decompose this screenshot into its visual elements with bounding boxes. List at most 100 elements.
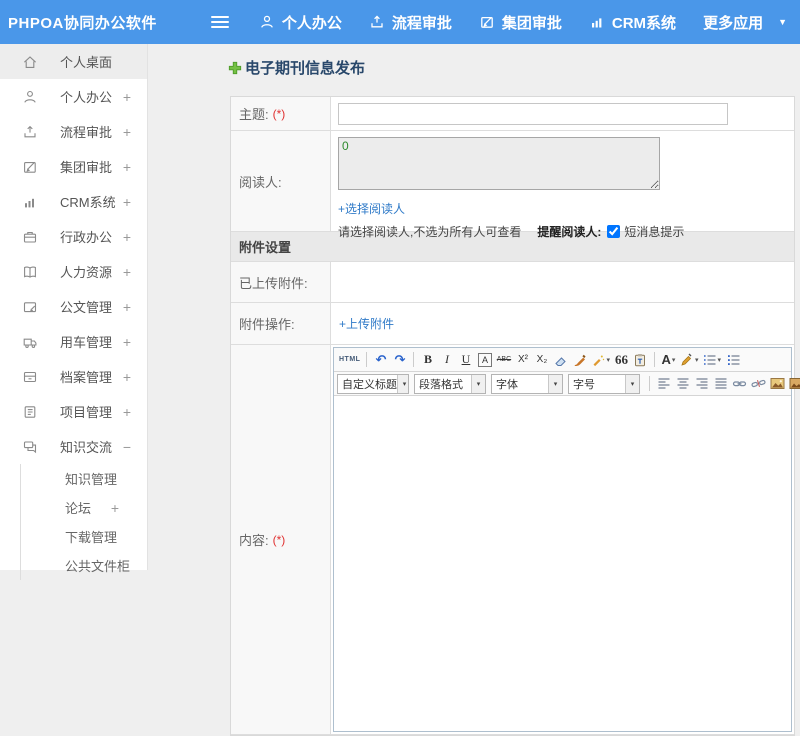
bold-button[interactable]: B (418, 350, 437, 370)
archive-icon (22, 369, 38, 385)
paste-text-button[interactable] (631, 350, 650, 370)
editor-content-area[interactable] (334, 396, 791, 731)
expand-icon[interactable]: + (123, 124, 131, 140)
align-left-button[interactable] (654, 374, 673, 394)
expand-icon[interactable]: + (123, 299, 131, 315)
topnav-personal-office[interactable]: 个人办公 (259, 12, 342, 33)
main-content: 电子期刊信息发布 主题:(*) 阅读人: 0 +选择阅读人 请选择阅读人,不选为… (149, 44, 800, 570)
custom-heading-select[interactable]: 自定义标题 ▾ (337, 374, 409, 394)
home-icon (22, 54, 38, 70)
align-justify-button[interactable] (711, 374, 730, 394)
blockquote-button[interactable]: 66 (612, 350, 631, 370)
sidebar-item-document-mgmt[interactable]: 公文管理 + (0, 289, 147, 324)
magic-pen-icon (591, 353, 605, 367)
sidebar-item-admin-office[interactable]: 行政办公 + (0, 219, 147, 254)
align-center-button[interactable] (673, 374, 692, 394)
expand-icon[interactable]: + (123, 369, 131, 385)
insert-flash-button[interactable] (787, 374, 800, 394)
readers-hint: 请选择阅读人,不选为所有人可查看 (338, 223, 521, 240)
font-color-button[interactable]: A▾ (659, 350, 678, 370)
ordered-list-icon (702, 353, 716, 367)
html-source-button[interactable]: HTML (337, 350, 362, 370)
strikethrough-button[interactable]: ABC (494, 350, 513, 370)
align-right-button[interactable] (692, 374, 711, 394)
expand-icon[interactable]: + (123, 89, 131, 105)
sidebar-item-crm[interactable]: CRM系统 + (0, 184, 147, 219)
ordered-list-button[interactable]: ▾ (700, 350, 723, 370)
content-label: 内容:(*) (231, 345, 331, 734)
font-size-select[interactable]: 字号 ▾ (568, 374, 640, 394)
superscript-button[interactable]: X² (513, 350, 532, 370)
expand-icon[interactable]: + (123, 404, 131, 420)
collapse-icon[interactable]: − (123, 439, 131, 455)
caret-down-icon: ▾ (695, 356, 699, 364)
sidebar-item-personal-office[interactable]: 个人办公 + (0, 79, 147, 114)
sidebar-item-workflow-approval[interactable]: 流程审批 + (0, 114, 147, 149)
readers-textarea[interactable]: 0 (338, 137, 660, 190)
attachment-operation-row: 附件操作: +上传附件 (231, 303, 794, 345)
sidebar-subitem-download-mgmt[interactable]: 下载管理 (21, 522, 147, 551)
subscript-button[interactable]: X₂ (532, 350, 551, 370)
caret-down-icon: ▾ (625, 375, 639, 393)
char-border-button[interactable]: A (475, 350, 494, 370)
sidebar-item-project-mgmt[interactable]: 项目管理 + (0, 394, 147, 429)
topnav-group-approval[interactable]: 集团审批 (479, 12, 562, 33)
italic-button[interactable]: I (437, 350, 456, 370)
sidebar-item-group-approval[interactable]: 集团审批 + (0, 149, 147, 184)
remind-readers-label: 提醒阅读人: (537, 223, 601, 240)
document-pen-icon (22, 299, 38, 315)
remove-format-button[interactable] (551, 350, 570, 370)
required-mark: (*) (273, 107, 286, 121)
underline-button[interactable]: U (456, 350, 475, 370)
truck-icon (22, 334, 38, 350)
sidebar-item-archive-mgmt[interactable]: 档案管理 + (0, 359, 147, 394)
clipboard-text-icon (633, 353, 647, 367)
subject-input[interactable] (338, 103, 728, 125)
caret-down-icon[interactable]: ▼ (778, 17, 787, 27)
expand-icon[interactable]: + (123, 334, 131, 350)
person-icon (22, 89, 38, 105)
bar-chart-icon (22, 194, 38, 210)
expand-icon[interactable]: + (123, 194, 131, 210)
expand-icon[interactable]: + (123, 264, 131, 280)
topnav-crm[interactable]: CRM系统 (589, 12, 676, 33)
upload-attachment-link[interactable]: +上传附件 (339, 315, 394, 332)
top-navigation: 个人办公 流程审批 集团审批 CRM系统 更多应用 ▼ (259, 12, 787, 33)
sidebar-item-knowledge-exchange[interactable]: 知识交流 − (0, 429, 147, 464)
undo-button[interactable]: ↶ (371, 350, 390, 370)
hamburger-menu-icon[interactable] (211, 13, 229, 31)
unordered-list-button[interactable] (723, 350, 742, 370)
align-left-icon (657, 377, 671, 390)
auto-format-button[interactable]: ▾ (589, 350, 612, 370)
sms-notify-label: 短消息提示 (624, 223, 684, 240)
topnav-more-apps[interactable]: 更多应用 (703, 12, 763, 33)
remove-link-button[interactable] (749, 374, 768, 394)
sidebar-subitem-knowledge-mgmt[interactable]: 知识管理 (21, 464, 147, 493)
sidebar-item-personal-desktop[interactable]: 个人桌面 (0, 44, 147, 79)
highlight-color-button[interactable]: ▾ (678, 350, 701, 370)
font-family-select[interactable]: 字体 ▾ (491, 374, 563, 394)
caret-down-icon: ▾ (548, 375, 562, 393)
person-icon (259, 14, 275, 30)
sidebar-subitem-forum[interactable]: 论坛 + (21, 493, 147, 522)
sidebar-item-vehicle-mgmt[interactable]: 用车管理 + (0, 324, 147, 359)
sms-notify-checkbox[interactable] (607, 225, 620, 238)
insert-image-button[interactable] (768, 374, 787, 394)
paragraph-format-select[interactable]: 段落格式 ▾ (414, 374, 486, 394)
edit-icon (479, 14, 495, 30)
submit-flow-icon (22, 124, 38, 140)
caret-down-icon: ▾ (672, 356, 676, 364)
sidebar-subitem-public-cabinet[interactable]: 公共文件柜 (21, 551, 147, 580)
expand-icon[interactable]: + (123, 159, 131, 175)
redo-button[interactable]: ↷ (390, 350, 409, 370)
expand-icon[interactable]: + (123, 229, 131, 245)
insert-link-button[interactable] (730, 374, 749, 394)
sidebar-item-hr[interactable]: 人力资源 + (0, 254, 147, 289)
expand-icon[interactable]: + (111, 500, 119, 516)
select-readers-link[interactable]: +选择阅读人 (338, 200, 794, 217)
app-logo: PHPOA协同办公软件 (8, 12, 157, 33)
topnav-workflow-approval[interactable]: 流程审批 (369, 12, 452, 33)
format-painter-button[interactable] (570, 350, 589, 370)
edit-icon (22, 159, 38, 175)
highlighter-icon (680, 353, 694, 367)
